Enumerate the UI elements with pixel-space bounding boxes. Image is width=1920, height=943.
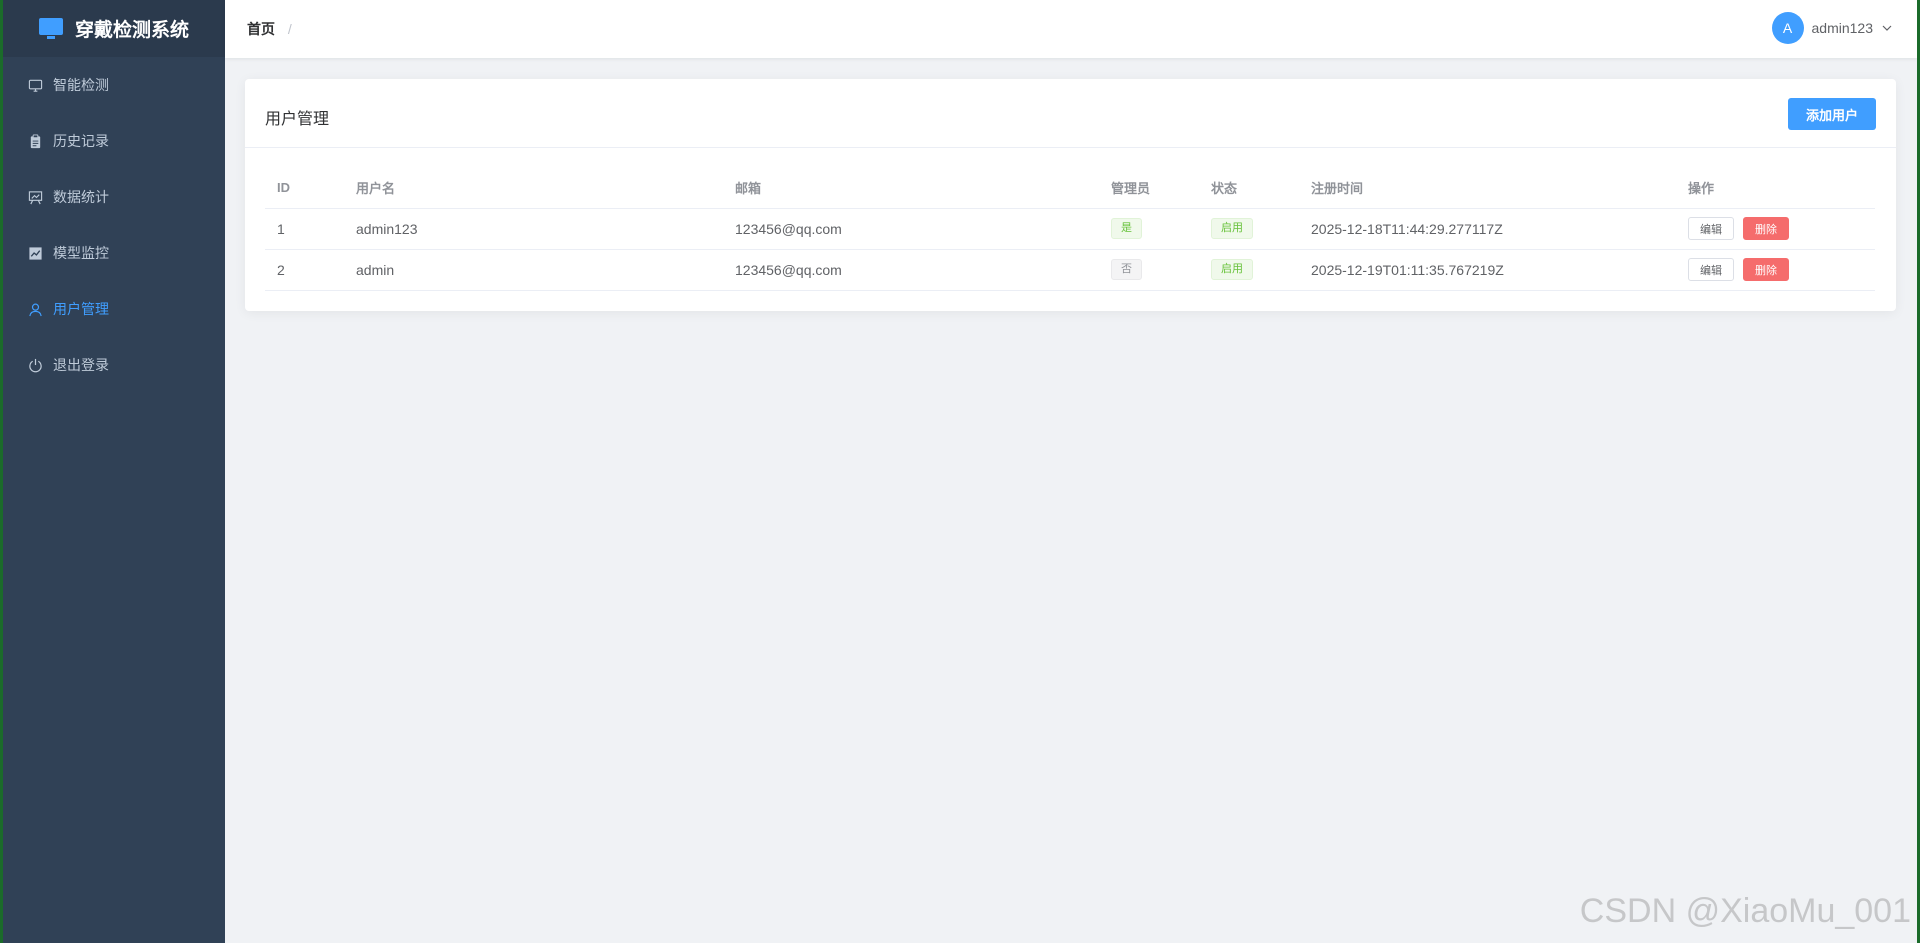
edit-button[interactable]: 编辑 [1688,217,1734,240]
user-management-card: 用户管理 添加用户 ID 用户名 邮箱 管理员 状态 注册时间 操作 1 adm… [245,79,1896,311]
clipboard-icon [30,133,41,148]
sidebar: 穿戴检测系统 智能检测 历史记录 数据统计 模型监控 用户管理 退出登录 [3,0,225,943]
sidebar-item-history[interactable]: 历史记录 [3,113,225,169]
power-icon [29,358,42,372]
edit-button[interactable]: 编辑 [1688,258,1734,281]
cell-actions: 编辑 删除 [1676,208,1875,250]
cell-registered: 2025-12-19T01:11:35.767219Z [1299,249,1676,291]
chevron-down-icon[interactable] [1881,22,1893,34]
admin-badge: 是 [1111,218,1142,239]
column-header-username: 用户名 [344,167,723,209]
cell-email: 123456@qq.com [723,249,1099,291]
sidebar-item-logout[interactable]: 退出登录 [3,337,225,393]
column-header-email: 邮箱 [723,167,1099,209]
admin-badge: 否 [1111,259,1142,280]
column-header-actions: 操作 [1676,167,1875,209]
sidebar-item-statistics[interactable]: 数据统计 [3,169,225,225]
cell-username: admin123 [344,208,723,250]
delete-button[interactable]: 删除 [1743,258,1789,281]
cell-status: 启用 [1199,249,1299,291]
app-frame: 穿戴检测系统 智能检测 历史记录 数据统计 模型监控 用户管理 退出登录 首页 … [3,0,1917,943]
column-header-admin: 管理员 [1099,167,1199,209]
monitor-icon [38,17,63,40]
cell-status: 启用 [1199,208,1299,250]
cell-email: 123456@qq.com [723,208,1099,250]
sidebar-item-users[interactable]: 用户管理 [3,281,225,337]
avatar[interactable]: A [1771,12,1804,44]
app-logo: 穿戴检测系统 [3,0,225,57]
sidebar-item-label: 智能检测 [53,77,109,93]
sidebar-item-label: 数据统计 [53,189,109,205]
sidebar-item-detection[interactable]: 智能检测 [3,57,225,113]
user-menu[interactable]: A admin123 [1771,12,1894,44]
breadcrumb: 首页 / [247,19,292,39]
sidebar-item-label: 历史记录 [53,133,109,149]
top-header: 首页 / A admin123 [225,0,1917,58]
trend-chart-icon [29,246,42,260]
username-label[interactable]: admin123 [1812,20,1874,36]
column-header-registered: 注册时间 [1299,167,1676,209]
column-header-status: 状态 [1199,167,1299,209]
card-title: 用户管理 [265,111,330,128]
delete-button[interactable]: 删除 [1743,217,1789,240]
table-row: 1 admin123 123456@qq.com 是 启用 2025-12-18… [265,208,1875,250]
breadcrumb-separator: / [287,21,292,37]
cell-actions: 编辑 删除 [1676,249,1875,291]
sidebar-item-model-monitor[interactable]: 模型监控 [3,225,225,281]
card-header: 用户管理 添加用户 [245,79,1896,148]
cell-admin: 是 [1099,208,1199,250]
sidebar-item-label: 模型监控 [53,245,109,261]
sidebar-item-label: 退出登录 [53,357,109,373]
sidebar-item-label: 用户管理 [53,301,109,317]
app-title: 穿戴检测系统 [74,20,189,41]
presentation-chart-icon [28,190,43,204]
watermark: CSDN @XiaoMu_001 [1579,892,1911,930]
column-header-id: ID [265,167,344,209]
table-header-row: ID 用户名 邮箱 管理员 状态 注册时间 操作 [265,167,1875,209]
cell-id: 1 [265,208,344,250]
status-badge: 启用 [1211,259,1253,280]
add-user-button[interactable]: 添加用户 [1788,98,1876,130]
monitor-icon [28,79,43,92]
user-icon [29,303,42,316]
breadcrumb-home[interactable]: 首页 [247,21,275,37]
cell-username: admin [344,249,723,291]
table-row: 2 admin 123456@qq.com 否 启用 2025-12-19T01… [265,249,1875,291]
users-table: ID 用户名 邮箱 管理员 状态 注册时间 操作 1 admin123 1234… [265,167,1875,291]
cell-id: 2 [265,249,344,291]
status-badge: 启用 [1211,218,1253,239]
cell-registered: 2025-12-18T11:44:29.277117Z [1299,208,1676,250]
cell-admin: 否 [1099,249,1199,291]
